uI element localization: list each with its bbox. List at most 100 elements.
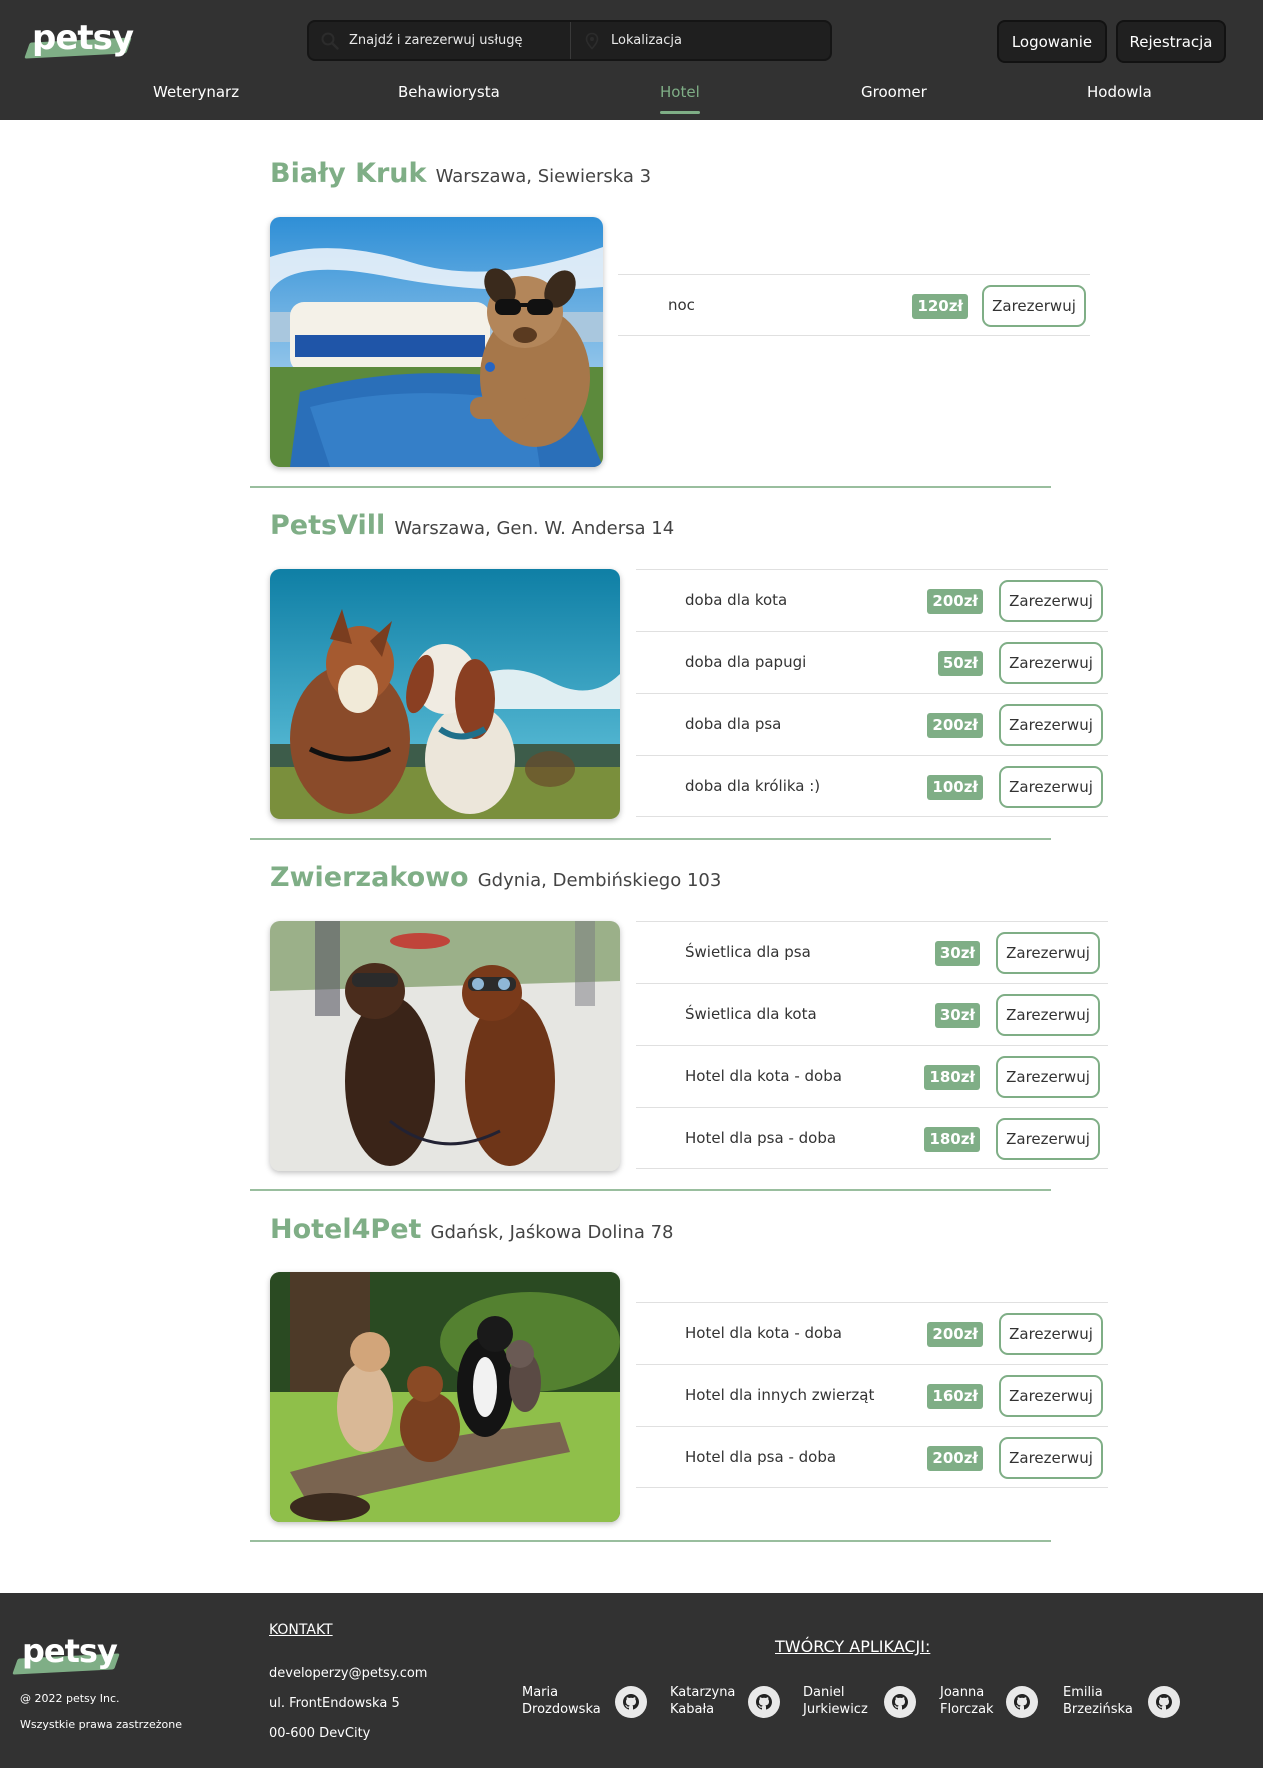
reserve-button[interactable]: Zarezerwuj (996, 994, 1100, 1036)
dog-with-sunglasses-image (270, 217, 603, 467)
github-icon[interactable] (1148, 1686, 1180, 1718)
site-footer: petsy @ 2022 petsy Inc. Wszystkie prawa … (0, 1593, 1263, 1768)
listing-title: Biały Kruk Warszawa, Siewierska 3 (270, 158, 651, 189)
nav-item-groomer[interactable]: Groomer (861, 83, 927, 101)
contact-heading: KONTAKT (269, 1622, 333, 1638)
active-tab-indicator (660, 111, 700, 114)
offer-name: Hotel dla psa - doba (685, 1129, 837, 1147)
listing-name[interactable]: PetsVill (270, 510, 385, 541)
author-name: Joanna Florczak (940, 1685, 994, 1717)
price-badge: 30zł (934, 941, 980, 966)
offer-name: Hotel dla kota - doba (685, 1324, 842, 1342)
offer-row: doba dla kota 200zł Zarezerwuj (636, 569, 1108, 631)
location-search-input[interactable] (571, 22, 830, 59)
contact-street: ul. FrontEndowska 5 (269, 1696, 400, 1711)
logo-text: petsy (32, 18, 134, 58)
offer-row: Hotel dla psa - doba 200zł Zarezerwuj (636, 1426, 1108, 1488)
listing-address: Gdynia, Dembińskiego 103 (477, 870, 722, 891)
reserve-button[interactable]: Zarezerwuj (999, 1313, 1103, 1355)
offer-row: Hotel dla psa - doba 180zł Zarezerwuj (636, 1107, 1108, 1169)
offer-name: doba dla kota (685, 591, 788, 609)
reserve-button[interactable]: Zarezerwuj (999, 704, 1103, 746)
two-dogs-image (270, 569, 620, 819)
github-icon[interactable] (615, 1686, 647, 1718)
author-name: Emilia Brzezińska (1063, 1685, 1133, 1717)
offer-list: Świetlica dla psa 30zł Zarezerwuj Świetl… (636, 921, 1108, 1169)
register-button[interactable]: Rejestracja (1116, 20, 1226, 63)
listing-name[interactable]: Hotel4Pet (270, 1214, 421, 1245)
listing-name[interactable]: Zwierzakowo (270, 862, 469, 893)
location-pin-icon (585, 32, 599, 50)
reserve-button[interactable]: Zarezerwuj (996, 1056, 1100, 1098)
reserve-button[interactable]: Zarezerwuj (999, 1375, 1103, 1417)
offer-name: noc (668, 296, 695, 314)
listing-address: Warszawa, Siewierska 3 (435, 166, 652, 187)
authors-heading: TWÓRCY APLIKACJI: (775, 1637, 931, 1656)
nav-item-weterynarz[interactable]: Weterynarz (153, 83, 239, 101)
offer-name: Świetlica dla kota (685, 1005, 817, 1023)
price-badge: 200zł (927, 589, 983, 614)
reserve-button[interactable]: Zarezerwuj (999, 642, 1103, 684)
offer-name: doba dla królika :) (685, 777, 821, 795)
listing-photo (270, 217, 603, 467)
contact-email[interactable]: developerzy@petsy.com (269, 1666, 427, 1681)
nav-item-hotel[interactable]: Hotel (660, 83, 700, 114)
offer-row: doba dla papugi 50zł Zarezerwuj (636, 631, 1108, 693)
offer-list: noc 120zł Zarezerwuj (618, 274, 1090, 336)
search-bar (307, 20, 832, 61)
offer-row: Hotel dla kota - doba 200zł Zarezerwuj (636, 1302, 1108, 1364)
reserve-button[interactable]: Zarezerwuj (982, 285, 1086, 327)
price-badge: 200zł (927, 1322, 983, 1347)
price-badge: 180zł (924, 1127, 980, 1152)
offer-list: doba dla kota 200zł Zarezerwuj doba dla … (636, 569, 1108, 817)
listing-title: Hotel4Pet Gdańsk, Jaśkowa Dolina 78 (270, 1214, 674, 1245)
site-header: petsy Logowanie Rejestracja Weterynarz B… (0, 0, 1263, 120)
listing-divider (250, 1540, 1051, 1542)
price-badge: 50zł (937, 651, 983, 676)
reserve-button[interactable]: Zarezerwuj (996, 1118, 1100, 1160)
price-badge: 160zł (927, 1384, 983, 1409)
reserve-button[interactable]: Zarezerwuj (996, 932, 1100, 974)
reserve-button[interactable]: Zarezerwuj (999, 1437, 1103, 1479)
offer-name: Hotel dla innych zwierząt (685, 1386, 875, 1404)
listing-address: Warszawa, Gen. W. Andersa 14 (394, 518, 675, 539)
listing-divider (250, 838, 1051, 840)
author-name: Daniel Jurkiewicz (803, 1685, 868, 1717)
footer-petsy-logo[interactable]: petsy (12, 1632, 120, 1678)
offer-name: doba dla papugi (685, 653, 807, 671)
service-search-input[interactable] (309, 22, 570, 59)
offer-row: doba dla królika :) 100zł Zarezerwuj (636, 755, 1108, 817)
github-icon[interactable] (1006, 1686, 1038, 1718)
two-poodles-image (270, 921, 620, 1171)
contact-city: 00-600 DevCity (269, 1726, 371, 1741)
listing-title: PetsVill Warszawa, Gen. W. Andersa 14 (270, 510, 674, 541)
nav-item-hodowla[interactable]: Hodowla (1087, 83, 1152, 101)
listing-photo (270, 569, 620, 819)
listing-divider (250, 1189, 1051, 1191)
listing-title: Zwierzakowo Gdynia, Dembińskiego 103 (270, 862, 721, 893)
nav-item-behawiorysta[interactable]: Behawiorysta (398, 83, 500, 101)
price-badge: 180zł (924, 1065, 980, 1090)
login-button[interactable]: Logowanie (997, 20, 1107, 63)
author-name: Maria Drozdowska (522, 1685, 601, 1717)
price-badge: 200zł (927, 713, 983, 738)
petsy-logo[interactable]: petsy (24, 18, 134, 62)
listing-photo (270, 921, 620, 1171)
github-icon[interactable] (884, 1686, 916, 1718)
listing-address: Gdańsk, Jaśkowa Dolina 78 (430, 1222, 674, 1243)
offer-row: Hotel dla innych zwierząt 160zł Zarezerw… (636, 1364, 1108, 1426)
copyright-text: @ 2022 petsy Inc. (20, 1692, 120, 1705)
offer-name: Hotel dla psa - doba (685, 1448, 837, 1466)
price-badge: 30zł (934, 1003, 980, 1028)
location-search-field (571, 22, 830, 59)
logo-text: petsy (22, 1632, 118, 1670)
offer-row: Świetlica dla kota 30zł Zarezerwuj (636, 983, 1108, 1045)
listing-photo (270, 1272, 620, 1522)
price-badge: 100zł (927, 775, 983, 800)
reserve-button[interactable]: Zarezerwuj (999, 766, 1103, 808)
offer-list: Hotel dla kota - doba 200zł Zarezerwuj H… (636, 1302, 1108, 1488)
reserve-button[interactable]: Zarezerwuj (999, 580, 1103, 622)
listing-name[interactable]: Biały Kruk (270, 158, 427, 189)
offer-row: Świetlica dla psa 30zł Zarezerwuj (636, 921, 1108, 983)
github-icon[interactable] (748, 1686, 780, 1718)
